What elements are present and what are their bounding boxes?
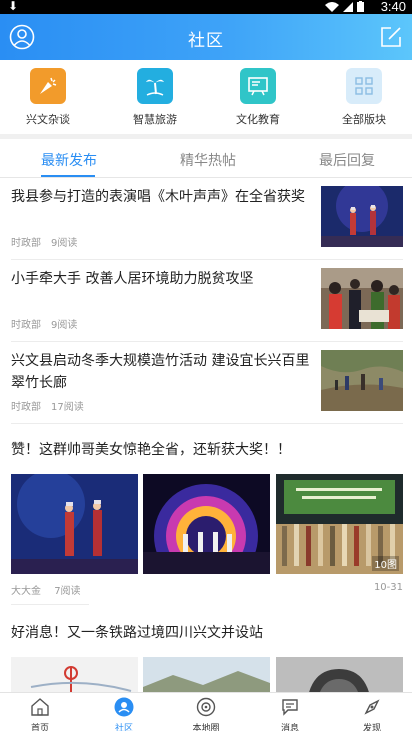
image-count-badge: 10图	[372, 556, 399, 571]
quick-link-culture-education[interactable]: 文化教育	[218, 68, 298, 127]
tab-latest[interactable]: 最新发布	[41, 150, 97, 170]
quick-links: 兴文杂谈 智慧旅游 文化教育 全部版块	[0, 60, 412, 134]
quick-link-label: 文化教育	[236, 114, 280, 126]
article-meta: 时政部 9阅读	[11, 316, 77, 331]
quick-link-label: 智慧旅游	[133, 114, 177, 126]
wifi-icon	[325, 1, 339, 12]
nav-local-circle[interactable]: 本地圈	[176, 697, 236, 731]
article-item[interactable]: 我县参与打造的表演唱《木叶声声》在全省获奖 时政部 9阅读	[11, 178, 403, 260]
tab-last-reply[interactable]: 最后回复	[319, 150, 375, 170]
local-circle-icon	[196, 697, 216, 717]
home-icon	[31, 698, 49, 716]
gallery-post[interactable]: 赞！这群帅哥美女惊艳全省，还斩获大奖！！ 10图 大大金 7阅读 10-31	[11, 440, 403, 597]
status-bar: ⬇ 3:40	[0, 0, 412, 14]
nav-label: 社区	[114, 724, 133, 731]
nav-label: 发现	[362, 724, 381, 731]
battery-icon	[357, 1, 364, 12]
nav-home[interactable]: 首页	[10, 697, 70, 731]
article-author: 时政部	[11, 238, 41, 249]
tab-bar: 最新发布 精华热帖 最后回复	[0, 139, 412, 178]
grid-icon	[346, 68, 382, 104]
nav-community[interactable]: 社区	[94, 697, 154, 731]
article-item[interactable]: 小手牵大手 改善人居环境助力脱贫攻坚 时政部 9阅读	[11, 260, 403, 342]
quick-link-all-sections[interactable]: 全部版块	[324, 68, 404, 127]
article-thumbnail	[321, 186, 403, 247]
page-title: 社区	[188, 31, 224, 51]
quick-link-label: 兴文杂谈	[26, 114, 70, 126]
signal-icon	[343, 1, 353, 12]
nav-label: 消息	[280, 724, 299, 731]
gallery-post-meta: 大大金 7阅读 10-31	[11, 582, 403, 597]
active-tab-indicator	[41, 175, 95, 177]
quick-link-smart-tourism[interactable]: 智慧旅游	[115, 68, 195, 127]
article-item[interactable]: 兴文县启动冬季大规模造竹活动 建设宜长兴百里翠竹长廊 时政部 17阅读	[11, 342, 403, 424]
article-title: 兴文县启动冬季大规模造竹活动 建设宜长兴百里翠竹长廊	[11, 353, 310, 391]
palm-tree-icon	[137, 68, 173, 104]
quick-link-label: 全部版块	[342, 114, 386, 126]
article-reads: 9阅读	[51, 238, 78, 249]
status-time: 3:40	[380, 0, 406, 14]
blackboard-icon	[240, 68, 276, 104]
edit-icon[interactable]	[380, 26, 402, 48]
article-thumbnail	[321, 350, 403, 411]
nav-label: 本地圈	[192, 724, 220, 731]
community-icon	[114, 697, 134, 717]
gallery-post-title: 赞！这群帅哥美女惊艳全省，还斩获大奖！！	[11, 442, 291, 458]
article-meta: 时政部 9阅读	[11, 234, 77, 249]
post-date: 10-31	[373, 582, 403, 593]
article-author: 时政部	[11, 402, 41, 413]
article-title: 我县参与打造的表演唱《木叶声声》在全省获奖	[11, 189, 305, 205]
article-thumbnail	[321, 268, 403, 329]
article-meta: 时政部 17阅读	[11, 398, 84, 413]
divider	[11, 604, 89, 605]
gallery-post-title: 好消息！又一条铁路过境四川兴文并设站	[11, 625, 263, 641]
nav-label: 首页	[30, 724, 49, 731]
nav-discover[interactable]: 发现	[342, 697, 402, 731]
gallery-image	[143, 474, 270, 574]
system-icons	[325, 1, 364, 12]
gallery-image	[11, 474, 138, 574]
article-author: 时政部	[11, 320, 41, 331]
nav-messages[interactable]: 消息	[260, 697, 320, 731]
post-reads: 7阅读	[54, 586, 81, 597]
gallery-image: 10图	[276, 474, 403, 574]
tab-featured[interactable]: 精华热帖	[180, 150, 236, 170]
discover-icon	[364, 699, 380, 715]
post-author: 大大金	[11, 586, 41, 597]
bottom-navigation: 首页 社区 本地圈 消息 发现	[0, 692, 412, 731]
article-reads: 17阅读	[51, 402, 84, 413]
article-reads: 9阅读	[51, 320, 78, 331]
article-title: 小手牵大手 改善人居环境助力脱贫攻坚	[11, 271, 254, 287]
download-icon: ⬇	[8, 0, 19, 13]
gallery-images: 10图	[11, 474, 403, 574]
app-header: 社区	[0, 14, 412, 60]
message-icon	[282, 699, 298, 716]
quick-link-xingwen-chat[interactable]: 兴文杂谈	[8, 68, 88, 127]
party-icon	[30, 68, 66, 104]
